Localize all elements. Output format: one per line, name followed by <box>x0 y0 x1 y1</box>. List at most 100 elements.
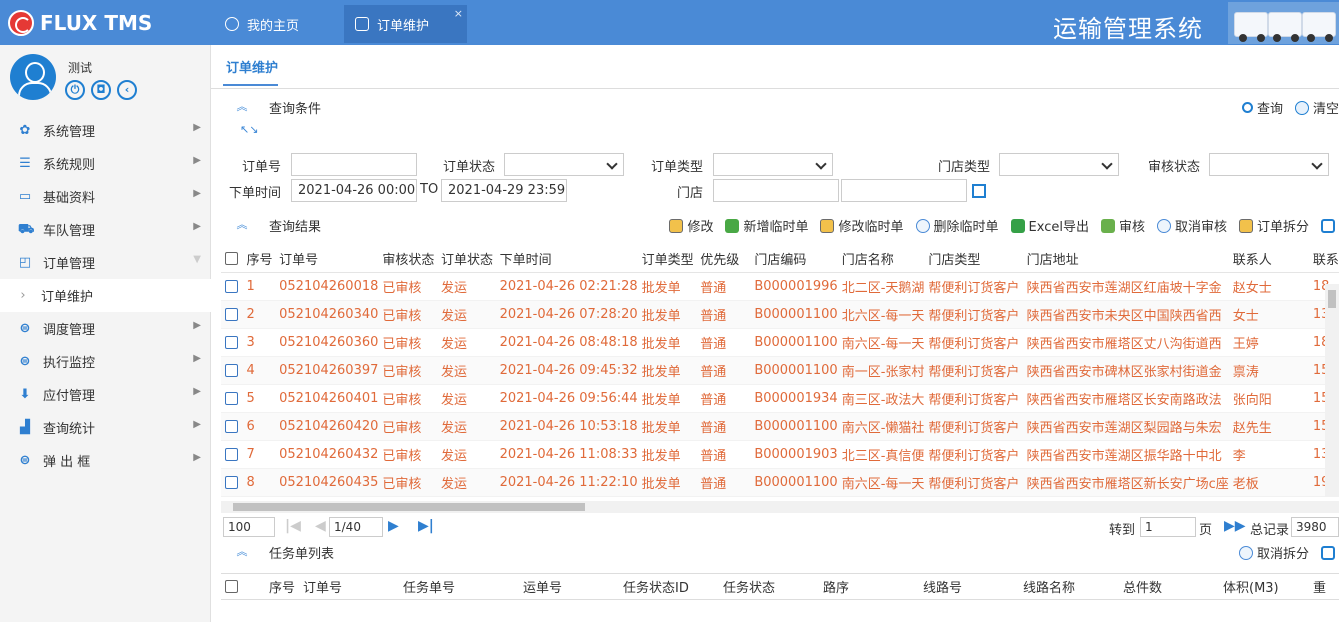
chevron-left-icon[interactable]: ‹ <box>117 80 137 100</box>
order-time-to-input[interactable]: 2021-04-29 23:59:5 <box>441 179 567 202</box>
tab-home[interactable]: 我的主页 <box>225 5 299 43</box>
checkbox[interactable] <box>225 307 238 321</box>
cancel-audit-button[interactable]: 取消审核 <box>1156 216 1227 235</box>
checkbox[interactable] <box>225 475 238 489</box>
order-time-from-input[interactable]: 2021-04-26 00:00:0 <box>291 179 417 202</box>
table-row[interactable]: 6 052104260420 已审核 发运 2021-04-26 10:53:18 批发单… <box>221 412 1339 441</box>
column-header[interactable]: 任务单号 <box>399 573 519 600</box>
checkbox[interactable] <box>225 335 238 349</box>
collapse-up-icon[interactable]: ︽ <box>235 100 249 114</box>
table-row[interactable]: 8 052104260435 已审核 发运 2021-04-26 11:22:10 批发单… <box>221 468 1339 497</box>
scroll-thumb[interactable] <box>233 503 585 511</box>
tab-order-maintenance[interactable]: 订单维护 × <box>344 5 467 43</box>
store-code-input[interactable] <box>713 179 839 202</box>
table-row[interactable]: 7 052104260432 已审核 发运 2021-04-26 11:08:33 批发单… <box>221 440 1339 469</box>
edit-button[interactable]: 修改 <box>669 216 713 235</box>
sidebar-item-system-rules[interactable]: ☰ 系统规则 ▶ <box>0 147 211 180</box>
column-header[interactable]: 订单号 <box>275 246 379 273</box>
expand-icon[interactable]: ↖↘ <box>240 123 258 136</box>
order-type-select[interactable] <box>713 153 833 176</box>
search-button[interactable]: 查询 <box>1241 98 1283 117</box>
column-header[interactable]: 总件数 <box>1119 573 1219 600</box>
row-checkbox-cell[interactable] <box>221 412 243 441</box>
collapse-up-icon[interactable]: ︽ <box>235 545 249 559</box>
next-page-icon[interactable]: ▶ <box>388 518 399 534</box>
sidebar-item-fleet-management[interactable]: ⛟ 车队管理 ▶ <box>0 213 211 246</box>
column-header[interactable]: 任务状态ID <box>619 573 719 600</box>
sidebar-item-dispatch-management[interactable]: ⊜ 调度管理 ▶ <box>0 312 211 345</box>
prev-page-icon[interactable]: ◀ <box>315 518 326 534</box>
column-header[interactable]: 线路号 <box>919 573 1019 600</box>
row-checkbox-cell[interactable] <box>221 356 243 385</box>
column-header[interactable]: 下单时间 <box>495 246 638 273</box>
scroll-thumb[interactable] <box>1328 290 1336 308</box>
table-row[interactable]: 2 052104260340 已审核 发运 2021-04-26 07:28:20 批发单… <box>221 300 1339 329</box>
column-header[interactable]: 优先级 <box>696 246 751 273</box>
column-header[interactable]: 任务状态 <box>719 573 819 600</box>
checkbox[interactable] <box>225 279 238 293</box>
table-row[interactable]: 1 052104260018 已审核 发运 2021-04-26 02:21:28 批发单… <box>221 272 1339 301</box>
column-header[interactable]: 门店名称 <box>837 246 925 273</box>
sidebar-item-order-management[interactable]: ◰ 订单管理 ▼ <box>0 246 211 279</box>
column-header[interactable]: 体积(M3) <box>1219 573 1309 600</box>
column-header[interactable]: 线路名称 <box>1019 573 1119 600</box>
column-header[interactable]: 门店编码 <box>750 246 838 273</box>
column-header[interactable]: 序号 <box>265 573 299 600</box>
collapse-up-icon[interactable]: ︽ <box>235 218 249 232</box>
row-checkbox-cell[interactable] <box>221 384 243 413</box>
checkbox[interactable] <box>225 447 238 461</box>
row-checkbox-cell[interactable] <box>221 468 243 497</box>
store-name-input[interactable] <box>841 179 967 202</box>
delete-temp-order-button[interactable]: 删除临时单 <box>915 216 999 235</box>
select-all-checkbox[interactable] <box>221 246 243 273</box>
checkbox[interactable] <box>225 252 238 266</box>
column-header[interactable]: 订单类型 <box>637 246 697 273</box>
sidebar-item-execution-monitor[interactable]: ⊜ 执行监控 ▶ <box>0 345 211 378</box>
cancel-split-button[interactable]: 取消拆分 <box>1238 543 1309 562</box>
goto-page-input[interactable]: 1 <box>1140 517 1196 537</box>
vertical-scrollbar[interactable] <box>1325 284 1339 497</box>
sidebar-item-order-maintenance[interactable]: › 订单维护 <box>0 279 211 312</box>
lock-icon[interactable]: ◘ <box>91 80 111 100</box>
table-row[interactable]: 3 052104260360 已审核 发运 2021-04-26 08:48:18 批发单… <box>221 328 1339 357</box>
row-checkbox-cell[interactable] <box>221 300 243 329</box>
sidebar-item-payables[interactable]: ⬇ 应付管理 ▶ <box>0 378 211 411</box>
column-header[interactable]: 订单状态 <box>437 246 496 273</box>
power-icon[interactable]: ⏻ <box>65 80 85 100</box>
table-row[interactable]: 5 052104260401 已审核 发运 2021-04-26 09:56:44 批发单… <box>221 384 1339 413</box>
last-page-icon[interactable]: ▶| <box>418 518 434 534</box>
horizontal-scrollbar[interactable] <box>221 501 1339 513</box>
first-page-icon[interactable]: |◀ <box>285 518 301 534</box>
close-icon[interactable]: × <box>454 7 463 20</box>
column-header[interactable]: 门店类型 <box>924 246 1023 273</box>
table-row[interactable]: 4 052104260397 已审核 发运 2021-04-26 09:45:32 批发单… <box>221 356 1339 385</box>
checkbox[interactable] <box>225 363 238 377</box>
column-header[interactable]: 联系 <box>1308 246 1339 273</box>
edit-temp-order-button[interactable]: 修改临时单 <box>820 216 904 235</box>
column-header[interactable]: 序号 <box>242 246 276 273</box>
page-tab[interactable]: 订单维护 <box>226 57 278 76</box>
order-status-select[interactable] <box>504 153 624 176</box>
column-header[interactable]: 订单号 <box>299 573 399 600</box>
clear-button[interactable]: 清空 <box>1294 98 1339 117</box>
sidebar-item-system-management[interactable]: ✿ 系统管理 ▶ <box>0 114 211 147</box>
checkbox[interactable] <box>225 419 238 433</box>
column-header[interactable]: 门店地址 <box>1022 246 1229 273</box>
audit-button[interactable]: 审核 <box>1100 216 1145 235</box>
store-picker-icon[interactable] <box>972 184 986 198</box>
sidebar-item-popup[interactable]: ⊜ 弹 出 框 ▶ <box>0 444 211 477</box>
sidebar-item-query-statistics[interactable]: ▟ 查询统计 ▶ <box>0 411 211 444</box>
checkbox[interactable] <box>225 391 238 405</box>
store-type-select[interactable] <box>999 153 1119 176</box>
excel-export-button[interactable]: Excel导出 <box>1010 216 1089 235</box>
order-no-input[interactable] <box>291 153 417 176</box>
row-checkbox-cell[interactable] <box>221 440 243 469</box>
column-header[interactable]: 路序 <box>819 573 919 600</box>
add-temp-order-button[interactable]: 新增临时单 <box>725 216 808 235</box>
row-checkbox-cell[interactable] <box>221 272 243 301</box>
sidebar-item-basic-data[interactable]: ▭ 基础资料 ▶ <box>0 180 211 213</box>
column-header[interactable]: 运单号 <box>519 573 619 600</box>
checkbox[interactable] <box>225 580 238 593</box>
grid-settings-button[interactable] <box>1321 218 1339 233</box>
order-split-button[interactable]: 订单拆分 <box>1238 216 1309 235</box>
